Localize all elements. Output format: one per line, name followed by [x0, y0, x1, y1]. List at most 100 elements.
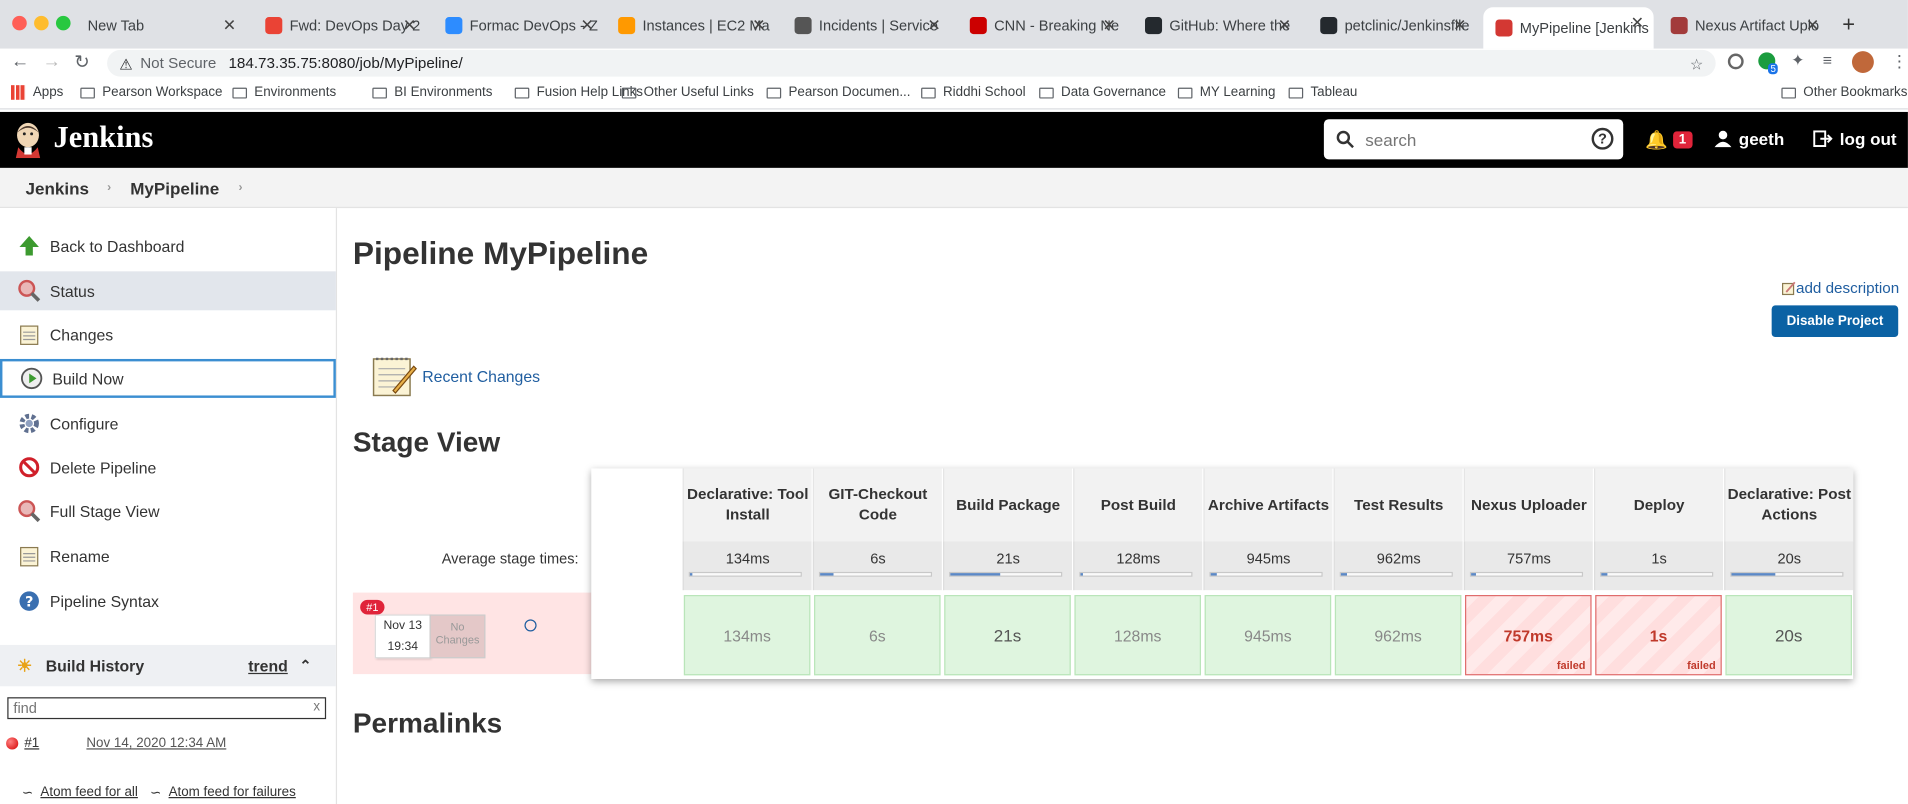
bookmark-item[interactable]: Riddhi School: [921, 85, 1026, 100]
profile-avatar[interactable]: [1851, 51, 1874, 74]
stage-result-cell[interactable]: 1s failed: [1595, 595, 1722, 676]
browser-tab[interactable]: MyPipeline [Jenkins ✕: [1483, 7, 1654, 49]
browser-tab[interactable]: GitHub: Where the ✕: [1133, 10, 1301, 42]
chevron-right-icon[interactable]: ›: [238, 181, 242, 194]
sidebar-item-configure[interactable]: Configure: [0, 404, 336, 443]
close-tab-icon[interactable]: ✕: [1806, 16, 1819, 35]
stage-average-time: 128ms: [1073, 541, 1203, 591]
browser-menu-icon[interactable]: ⋮: [1891, 51, 1908, 72]
bookmark-item[interactable]: MY Learning: [1177, 85, 1275, 100]
breadcrumb-jenkins[interactable]: Jenkins: [26, 179, 89, 198]
minimize-window-button[interactable]: [34, 15, 49, 31]
jenkins-brand[interactable]: Jenkins: [54, 122, 154, 156]
sidebar-item-back-to-dashboard[interactable]: Back to Dashboard: [0, 226, 336, 265]
find-clear-button[interactable]: x: [313, 700, 320, 715]
other-bookmarks[interactable]: Other Bookmarks: [1781, 85, 1907, 100]
close-tab-icon[interactable]: ✕: [927, 16, 940, 35]
stage-average-bar: [818, 571, 933, 577]
build-info-icon[interactable]: [524, 619, 537, 632]
bookmark-item[interactable]: BI Environments: [372, 85, 492, 100]
browser-tab[interactable]: petclinic/Jenkinsfile ✕: [1308, 10, 1476, 42]
stage-average-time: 6s: [812, 541, 942, 591]
new-tab-button[interactable]: +: [1842, 12, 1855, 38]
stage-result-cell[interactable]: 962ms: [1334, 595, 1462, 676]
close-tab-icon[interactable]: ✕: [1453, 16, 1466, 35]
bookmark-star-icon[interactable]: ☆: [1690, 54, 1704, 72]
stage-result-cell[interactable]: 128ms: [1074, 595, 1201, 676]
stage-result-cell[interactable]: 945ms: [1204, 595, 1332, 676]
bookmark-item[interactable]: Pearson Documen...: [766, 85, 911, 100]
url-bar[interactable]: ⚠ Not Secure 184.73.35.75:8080/job/MyPip…: [107, 49, 1716, 77]
bookmark-item[interactable]: Environments: [232, 85, 336, 100]
help-icon[interactable]: ?: [1591, 127, 1614, 150]
bookmark-label: Other Useful Links: [643, 85, 754, 100]
sidebar-item-build-now[interactable]: Build Now: [0, 358, 336, 398]
stage-result-cell[interactable]: 134ms: [683, 595, 811, 676]
reading-list-icon[interactable]: ≡: [1823, 51, 1832, 69]
add-description-link[interactable]: add description: [1781, 280, 1899, 297]
trend-link[interactable]: trend: [248, 656, 288, 674]
stage-result-cell[interactable]: 20s: [1725, 595, 1852, 676]
jenkins-logo-icon[interactable]: [13, 122, 42, 159]
sidebar-item-rename[interactable]: Rename: [0, 537, 336, 576]
back-arrow-icon[interactable]: ←: [11, 51, 29, 72]
bookmark-item[interactable]: Apps: [10, 85, 63, 100]
logout-icon: [1813, 130, 1833, 147]
stage-view-heading: Stage View: [352, 425, 501, 458]
chevron-up-icon[interactable]: ⌃: [299, 657, 311, 674]
disable-project-button[interactable]: Disable Project: [1771, 305, 1899, 338]
user-menu[interactable]: geeth: [1714, 129, 1784, 148]
close-tab-icon[interactable]: ✕: [223, 16, 236, 35]
extension-icon[interactable]: [1727, 53, 1744, 70]
bookmark-item[interactable]: Pearson Workspace: [80, 85, 223, 100]
stage-average-bar-fill: [820, 573, 834, 576]
browser-tab[interactable]: Formac DevOps - Z ✕: [433, 10, 603, 42]
atom-feed-failures-link[interactable]: Atom feed for failures: [169, 785, 296, 801]
folder-icon: [514, 87, 530, 98]
sidebar-item-pipeline-syntax[interactable]: ? Pipeline Syntax: [0, 582, 336, 621]
stage-result-cell[interactable]: 757ms failed: [1465, 595, 1592, 676]
stage-result-cell[interactable]: 21s: [944, 595, 1071, 676]
search-input[interactable]: [1365, 129, 1573, 150]
browser-tab[interactable]: Nexus Artifact Uplo ✕: [1658, 10, 1828, 42]
close-tab-icon[interactable]: ✕: [581, 16, 594, 35]
build-date-link[interactable]: Nov 14, 2020 12:34 AM: [86, 736, 226, 751]
stage-average-value: 20s: [1777, 549, 1802, 568]
jenkins-header: Jenkins ? 🔔 1 geeth log out: [0, 111, 1908, 168]
browser-tab[interactable]: Instances | EC2 Ma ✕: [606, 10, 775, 42]
other-bookmarks-label: Other Bookmarks: [1803, 85, 1908, 100]
stage-average-bar: [1209, 571, 1323, 577]
close-tab-icon[interactable]: ✕: [1631, 13, 1644, 32]
bookmark-item[interactable]: Tableau: [1288, 85, 1357, 100]
failed-status-icon: [6, 737, 19, 750]
atom-feed-all-link[interactable]: Atom feed for all: [40, 785, 137, 801]
extension-badge: 5: [1768, 63, 1779, 75]
bookmark-item[interactable]: Data Governance: [1039, 85, 1166, 100]
sidebar-item-changes[interactable]: Changes: [0, 315, 336, 354]
stage-result-cell[interactable]: 6s: [814, 595, 941, 676]
maximize-window-button[interactable]: [55, 15, 71, 31]
breadcrumb-mypipeline[interactable]: MyPipeline: [130, 179, 219, 198]
close-tab-icon[interactable]: ✕: [752, 16, 765, 35]
puzzle-icon[interactable]: ✦: [1791, 51, 1804, 70]
close-window-button[interactable]: [12, 15, 27, 31]
notifications-button[interactable]: 🔔 1: [1645, 129, 1693, 151]
build-number-link[interactable]: #1: [24, 736, 39, 751]
reload-icon[interactable]: ↻: [74, 51, 89, 73]
close-tab-icon[interactable]: ✕: [403, 16, 416, 35]
bookmark-item[interactable]: Other Useful Links: [621, 85, 754, 100]
browser-tab[interactable]: CNN - Breaking Ne ✕: [958, 10, 1126, 42]
sidebar-item-full-stage-view[interactable]: Full Stage View: [0, 492, 336, 531]
forward-arrow-icon[interactable]: →: [43, 51, 61, 72]
recent-changes-link[interactable]: Recent Changes: [422, 367, 540, 385]
browser-tab[interactable]: Incidents | Service ✕: [782, 10, 950, 42]
close-tab-icon[interactable]: ✕: [1278, 16, 1291, 35]
sidebar-item-status[interactable]: Status: [0, 271, 336, 311]
browser-tab[interactable]: Fwd: DevOps Day 2 ✕: [253, 10, 426, 42]
build-find-input[interactable]: [8, 698, 301, 717]
sidebar-item-delete-pipeline[interactable]: Delete Pipeline: [0, 448, 336, 487]
logout-link[interactable]: log out: [1813, 129, 1897, 148]
browser-tab[interactable]: New Tab ✕: [75, 10, 245, 42]
build-number-badge[interactable]: #1: [360, 599, 385, 615]
close-tab-icon[interactable]: ✕: [1103, 16, 1116, 35]
